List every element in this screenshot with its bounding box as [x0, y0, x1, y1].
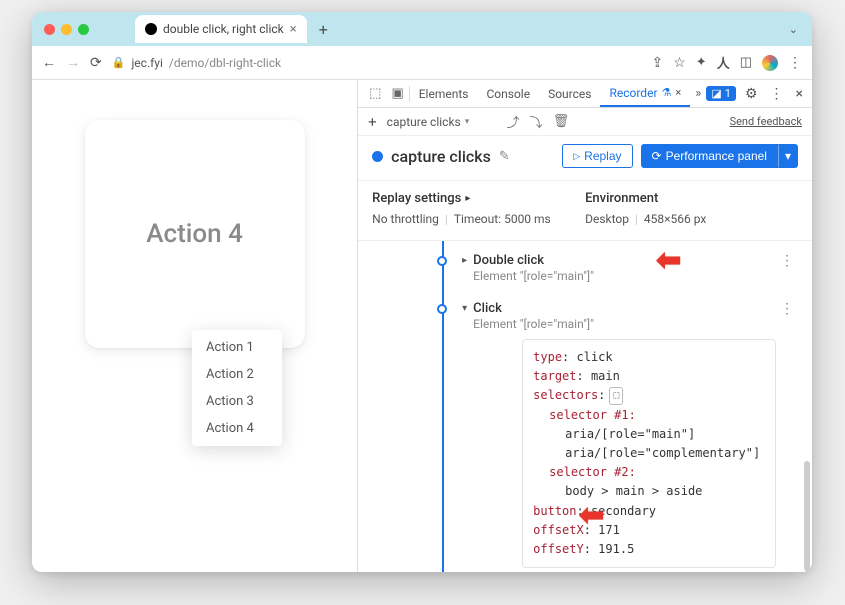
- recording-title: capture clicks: [391, 147, 491, 166]
- panel-icon[interactable]: ◫: [740, 55, 752, 70]
- browser-window: double click, right click × + ⌄ ← → ⟳ 🔒 …: [32, 12, 812, 572]
- timeout-value: Timeout: 5000 ms: [454, 212, 551, 226]
- minimize-window-icon[interactable]: [61, 24, 72, 35]
- annotation-arrow-icon: ⬅: [656, 243, 681, 278]
- settings-icon[interactable]: ⚙: [742, 86, 761, 102]
- device-value: Desktop: [585, 212, 629, 226]
- bookmark-icon[interactable]: ☆: [673, 55, 686, 71]
- selector-helper-icon[interactable]: ⬚: [609, 387, 623, 405]
- send-feedback-link[interactable]: Send feedback: [730, 115, 802, 128]
- new-tab-button[interactable]: +: [319, 20, 328, 39]
- step-title: Click: [473, 301, 594, 316]
- url-host: jec.fyi: [131, 56, 162, 70]
- export-icon[interactable]: ⤴: [507, 112, 520, 131]
- window-titlebar: double click, right click × + ⌄: [32, 12, 812, 46]
- card-label: Action 4: [146, 219, 243, 249]
- lock-icon: 🔒: [112, 56, 126, 69]
- perf-dropdown-icon[interactable]: ▾: [778, 144, 798, 168]
- step-double-click[interactable]: ⬅ ▸ Double click Element "[role="main"]"…: [402, 245, 812, 291]
- caret-right-icon: ▸: [462, 255, 467, 266]
- workspace: Action 4 Action 1 Action 2 Action 3 Acti…: [32, 80, 812, 572]
- close-window-icon[interactable]: [44, 24, 55, 35]
- tab-console[interactable]: Console: [477, 80, 539, 107]
- scrollbar[interactable]: [804, 461, 810, 571]
- new-recording-icon[interactable]: +: [368, 113, 377, 131]
- back-icon[interactable]: ←: [42, 54, 56, 71]
- chevron-down-icon: ▾: [465, 117, 470, 127]
- address-bar: ← → ⟳ 🔒 jec.fyi/demo/dbl-right-click ⇪ ☆…: [32, 46, 812, 80]
- devtools-close-icon[interactable]: ×: [793, 86, 806, 102]
- overflow-icon[interactable]: ⋮: [788, 55, 802, 71]
- environment-header: Environment: [585, 191, 798, 206]
- step-title: Double click: [473, 253, 594, 268]
- traffic-lights: [44, 24, 89, 35]
- url-path: /demo/dbl-right-click: [169, 56, 281, 70]
- extensions-icon[interactable]: ✦: [696, 55, 707, 70]
- import-icon[interactable]: ⤵: [530, 112, 543, 131]
- forward-icon[interactable]: →: [66, 54, 80, 71]
- annotation-arrow-icon: ⬅: [579, 498, 604, 533]
- extension-icon[interactable]: 人: [717, 53, 730, 72]
- reload-icon[interactable]: ⟳: [90, 55, 102, 71]
- maximize-window-icon[interactable]: [78, 24, 89, 35]
- play-icon: ▷: [573, 151, 580, 162]
- step-click[interactable]: ▾ Click Element "[role="main"]" ⋮ type: …: [402, 293, 812, 572]
- devtools-tabbar: ⬚ ▣ Elements Console Sources Recorder ⚗ …: [358, 80, 812, 108]
- caret-right-icon: ▸: [465, 193, 470, 204]
- device-toggle-icon[interactable]: ▣: [386, 86, 408, 101]
- step-node-icon: [437, 256, 447, 266]
- recording-status-icon: [372, 151, 383, 162]
- inspect-icon[interactable]: ⬚: [364, 86, 386, 101]
- browser-tab[interactable]: double click, right click ×: [135, 15, 307, 43]
- rendered-page: Action 4 Action 1 Action 2 Action 3 Acti…: [32, 80, 357, 572]
- step-menu-icon[interactable]: ⋮: [780, 301, 794, 317]
- issues-badge[interactable]: ◪ 1: [706, 86, 736, 101]
- devtools-menu-icon[interactable]: ⋮: [767, 86, 787, 102]
- context-menu-item[interactable]: Action 1: [192, 334, 282, 361]
- caret-down-icon: ▾: [462, 303, 467, 314]
- viewport-value: 458×566 px: [644, 212, 706, 226]
- profile-avatar-icon[interactable]: [762, 55, 778, 71]
- context-menu-item[interactable]: Action 2: [192, 361, 282, 388]
- demo-card[interactable]: Action 4: [85, 120, 305, 348]
- step-subtitle: Element "[role="main"]": [473, 269, 594, 283]
- tab-close-icon[interactable]: ×: [675, 86, 681, 99]
- throttling-value: No throttling: [372, 212, 439, 226]
- tab-title: double click, right click: [163, 22, 284, 36]
- devtools-panel: ⬚ ▣ Elements Console Sources Recorder ⚗ …: [357, 80, 812, 572]
- window-menu-chevron-icon[interactable]: ⌄: [789, 23, 804, 36]
- experimental-icon: ⚗: [662, 86, 672, 99]
- delete-icon[interactable]: 🗑: [553, 114, 570, 129]
- share-icon[interactable]: ⇪: [651, 55, 663, 71]
- recording-select[interactable]: capture clicks ▾: [387, 115, 497, 129]
- performance-panel-button[interactable]: ⟳Performance panel ▾: [641, 144, 798, 168]
- tab-close-icon[interactable]: ×: [290, 22, 297, 37]
- step-menu-icon[interactable]: ⋮: [780, 253, 794, 269]
- recorder-toolbar: + capture clicks ▾ ⤴ ⤵ 🗑 Send feedback: [358, 108, 812, 136]
- step-detail: type: click target: main selectors:⬚ sel…: [522, 339, 776, 568]
- context-menu: Action 1 Action 2 Action 3 Action 4: [192, 330, 282, 446]
- gauge-icon: ⟳: [652, 149, 662, 163]
- tab-favicon-icon: [145, 23, 157, 35]
- context-menu-item[interactable]: Action 3: [192, 388, 282, 415]
- step-node-icon: [437, 304, 447, 314]
- replay-settings-row: Replay settings ▸ No throttling | Timeou…: [358, 181, 812, 241]
- context-menu-item[interactable]: Action 4: [192, 415, 282, 442]
- replay-button[interactable]: ▷Replay: [562, 144, 632, 168]
- url-field[interactable]: 🔒 jec.fyi/demo/dbl-right-click: [112, 56, 281, 70]
- replay-settings-header[interactable]: Replay settings ▸: [372, 191, 585, 206]
- edit-title-icon[interactable]: ✎: [499, 149, 510, 164]
- tab-elements[interactable]: Elements: [410, 80, 478, 107]
- more-tabs-icon[interactable]: »: [690, 86, 706, 101]
- recording-header: capture clicks ✎ ▷Replay ⟳Performance pa…: [358, 136, 812, 181]
- step-subtitle: Element "[role="main"]": [473, 317, 594, 331]
- tab-recorder[interactable]: Recorder ⚗ ×: [600, 80, 690, 107]
- tab-sources[interactable]: Sources: [539, 80, 600, 107]
